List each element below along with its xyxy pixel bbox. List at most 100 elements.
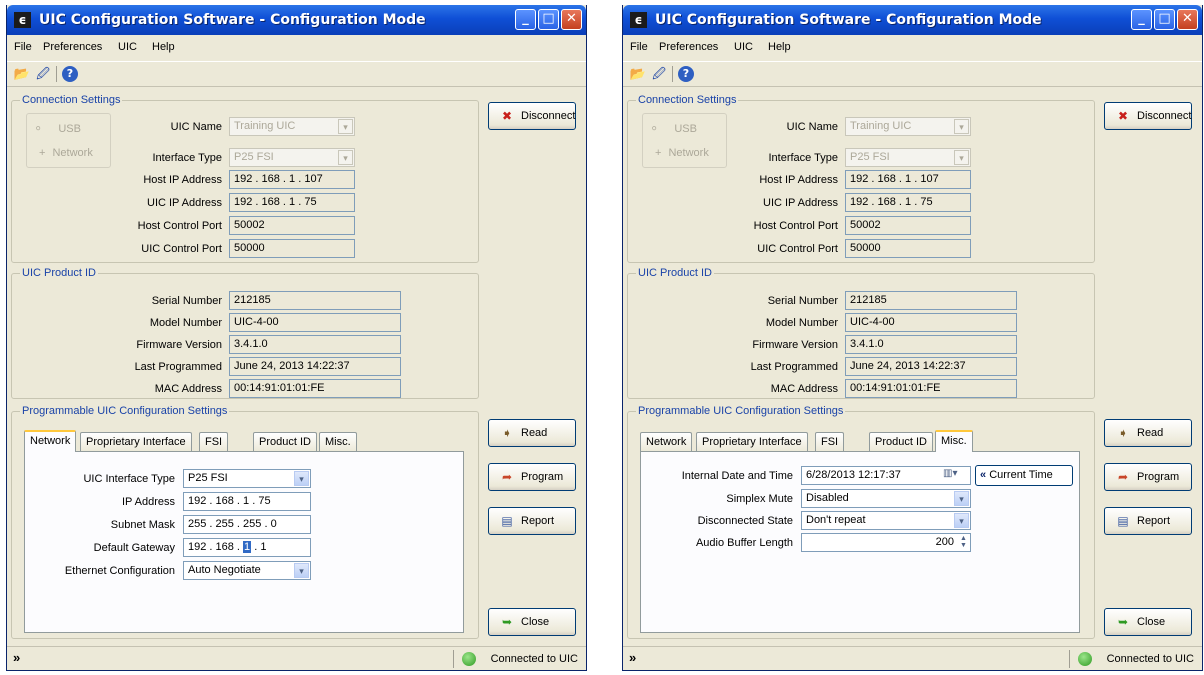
minimize-button[interactable]: _ [515, 9, 536, 30]
chevron-down-icon[interactable]: ▾ [954, 491, 969, 506]
maximize-button[interactable]: □ [538, 9, 559, 30]
exit-icon: ➥ [1117, 615, 1129, 629]
menu-file[interactable]: File [630, 41, 648, 53]
save-edit-icon[interactable]: 🖉 [34, 66, 52, 82]
expand-chevron-icon[interactable]: » [13, 650, 20, 665]
disconnect-button[interactable]: ✖ Disconnect [1104, 102, 1192, 130]
tab-misc[interactable]: Misc. [319, 432, 357, 451]
close-button[interactable]: ➥ Close [488, 608, 576, 636]
chevron-down-icon[interactable]: ▾ [294, 471, 309, 486]
uic-control-port-field: 50000 [845, 239, 971, 258]
serial-number-label: Serial Number [151, 295, 222, 307]
tab-fsi[interactable]: FSI [815, 432, 845, 451]
uic-control-port-label: UIC Control Port [141, 243, 222, 255]
connection-mode-box: ⸰ USB + Network [642, 113, 727, 168]
tab-proprietary-interface[interactable]: Proprietary Interface [696, 432, 808, 451]
close-button[interactable]: ➥ Close [1104, 608, 1192, 636]
menu-help[interactable]: Help [768, 41, 791, 53]
tab-misc[interactable]: Misc. [935, 430, 973, 452]
internal-date-time-label: Internal Date and Time [681, 470, 793, 482]
uic-control-port-field: 50000 [229, 239, 355, 258]
minimize-button[interactable]: _ [1131, 9, 1152, 30]
maximize-button[interactable]: □ [1154, 9, 1175, 30]
program-button[interactable]: ➦ Program [1104, 463, 1192, 491]
firmware-version-field: 3.4.1.0 [229, 335, 401, 354]
internal-date-time-picker[interactable]: 6/28/2013 12:17:37 ▥▾ [801, 466, 971, 485]
title-bar[interactable]: ϵ UIC Configuration Software - Configura… [7, 5, 586, 35]
chevron-down-icon[interactable]: ▾ [954, 513, 969, 528]
menu-uic[interactable]: UIC [118, 41, 137, 53]
host-control-port-label: Host Control Port [753, 220, 838, 232]
menu-help[interactable]: Help [152, 41, 175, 53]
report-button[interactable]: ▤ Report [488, 507, 576, 535]
chevron-down-icon[interactable]: ▾ [954, 150, 969, 165]
programmable-settings-group: Programmable UIC Configuration Settings … [11, 405, 479, 639]
audio-buffer-length-stepper[interactable]: 200 ▲ ▼ [801, 533, 971, 552]
host-control-port-field: 50002 [845, 216, 971, 235]
menu-file[interactable]: File [14, 41, 32, 53]
interface-type-label: Interface Type [768, 152, 838, 164]
chevron-down-icon[interactable]: ▾ [338, 150, 353, 165]
open-folder-icon[interactable]: 📂 [629, 66, 647, 82]
tab-network[interactable]: Network [640, 432, 693, 451]
tab-product-id[interactable]: Product ID [253, 432, 317, 451]
model-number-field: UIC-4-00 [229, 313, 401, 332]
usb-radio[interactable]: ⸰ USB [651, 121, 697, 136]
ethernet-configuration-label: Ethernet Configuration [64, 565, 175, 577]
current-time-button[interactable]: « Current Time [975, 465, 1073, 486]
menu-bar: File Preferences UIC Help [623, 37, 1202, 59]
interface-type-dropdown[interactable]: P25 FSI ▾ [229, 148, 355, 167]
network-radio[interactable]: + Network [655, 147, 709, 159]
misc-tab-panel: Internal Date and Time 6/28/2013 12:17:3… [640, 451, 1080, 633]
calendar-icon[interactable]: ▥▾ [943, 468, 957, 479]
help-icon[interactable]: ? [62, 66, 78, 82]
toolbar-separator [56, 66, 57, 82]
close-window-button[interactable]: ✕ [1177, 9, 1198, 30]
disconnected-state-dropdown[interactable]: Don't repeat ▾ [801, 511, 971, 530]
app-icon: ϵ [14, 12, 31, 28]
window-title: UIC Configuration Software - Configurati… [655, 12, 1042, 28]
tab-proprietary-interface[interactable]: Proprietary Interface [80, 432, 192, 451]
uic-interface-type-dropdown[interactable]: P25 FSI ▾ [183, 469, 311, 488]
usb-radio[interactable]: ⸰ USB [35, 121, 81, 136]
expand-chevron-icon[interactable]: » [629, 650, 636, 665]
close-window-button[interactable]: ✕ [561, 9, 582, 30]
serial-number-field: 212185 [845, 291, 1017, 310]
disconnect-button[interactable]: ✖ Disconnect [488, 102, 576, 130]
settings-tabs: Network Proprietary Interface FSI Produc… [640, 430, 1090, 452]
uic-name-dropdown[interactable]: Training UIC ▾ [845, 117, 971, 136]
group-title: Programmable UIC Configuration Settings [636, 405, 846, 417]
subnet-mask-field[interactable]: 255 . 255 . 255 . 0 [183, 515, 311, 534]
program-button[interactable]: ➦ Program [488, 463, 576, 491]
ethernet-configuration-dropdown[interactable]: Auto Negotiate ▾ [183, 561, 311, 580]
help-icon[interactable]: ? [678, 66, 694, 82]
open-folder-icon[interactable]: 📂 [13, 66, 31, 82]
chevron-down-icon[interactable]: ▾ [338, 119, 353, 134]
read-icon: ➧ [1117, 426, 1129, 440]
host-control-port-label: Host Control Port [137, 220, 222, 232]
connection-mode-box: ⸰ USB + Network [26, 113, 111, 168]
chevron-down-icon[interactable]: ▾ [294, 563, 309, 578]
interface-type-dropdown[interactable]: P25 FSI ▾ [845, 148, 971, 167]
uic-name-dropdown[interactable]: Training UIC ▾ [229, 117, 355, 136]
default-gateway-field[interactable]: 192 . 168 . 1 . 1 [183, 538, 311, 557]
menu-uic[interactable]: UIC [734, 41, 753, 53]
menu-preferences[interactable]: Preferences [43, 41, 102, 53]
ip-address-field[interactable]: 192 . 168 . 1 . 75 [183, 492, 311, 511]
network-radio[interactable]: + Network [39, 147, 93, 159]
read-button[interactable]: ➧ Read [488, 419, 576, 447]
title-bar[interactable]: ϵ UIC Configuration Software - Configura… [623, 5, 1202, 35]
read-button[interactable]: ➧ Read [1104, 419, 1192, 447]
menu-preferences[interactable]: Preferences [659, 41, 718, 53]
save-edit-icon[interactable]: 🖉 [650, 66, 668, 82]
chevron-down-icon[interactable]: ▾ [954, 119, 969, 134]
tab-network[interactable]: Network [24, 430, 77, 452]
ip-address-label: IP Address [122, 496, 175, 508]
exit-icon: ➥ [501, 615, 513, 629]
tab-fsi[interactable]: FSI [199, 432, 229, 451]
audio-buffer-length-label: Audio Buffer Length [695, 537, 793, 549]
spin-arrows-icon[interactable]: ▲ ▼ [958, 535, 969, 550]
report-button[interactable]: ▤ Report [1104, 507, 1192, 535]
tab-product-id[interactable]: Product ID [869, 432, 933, 451]
simplex-mute-dropdown[interactable]: Disabled ▾ [801, 489, 971, 508]
